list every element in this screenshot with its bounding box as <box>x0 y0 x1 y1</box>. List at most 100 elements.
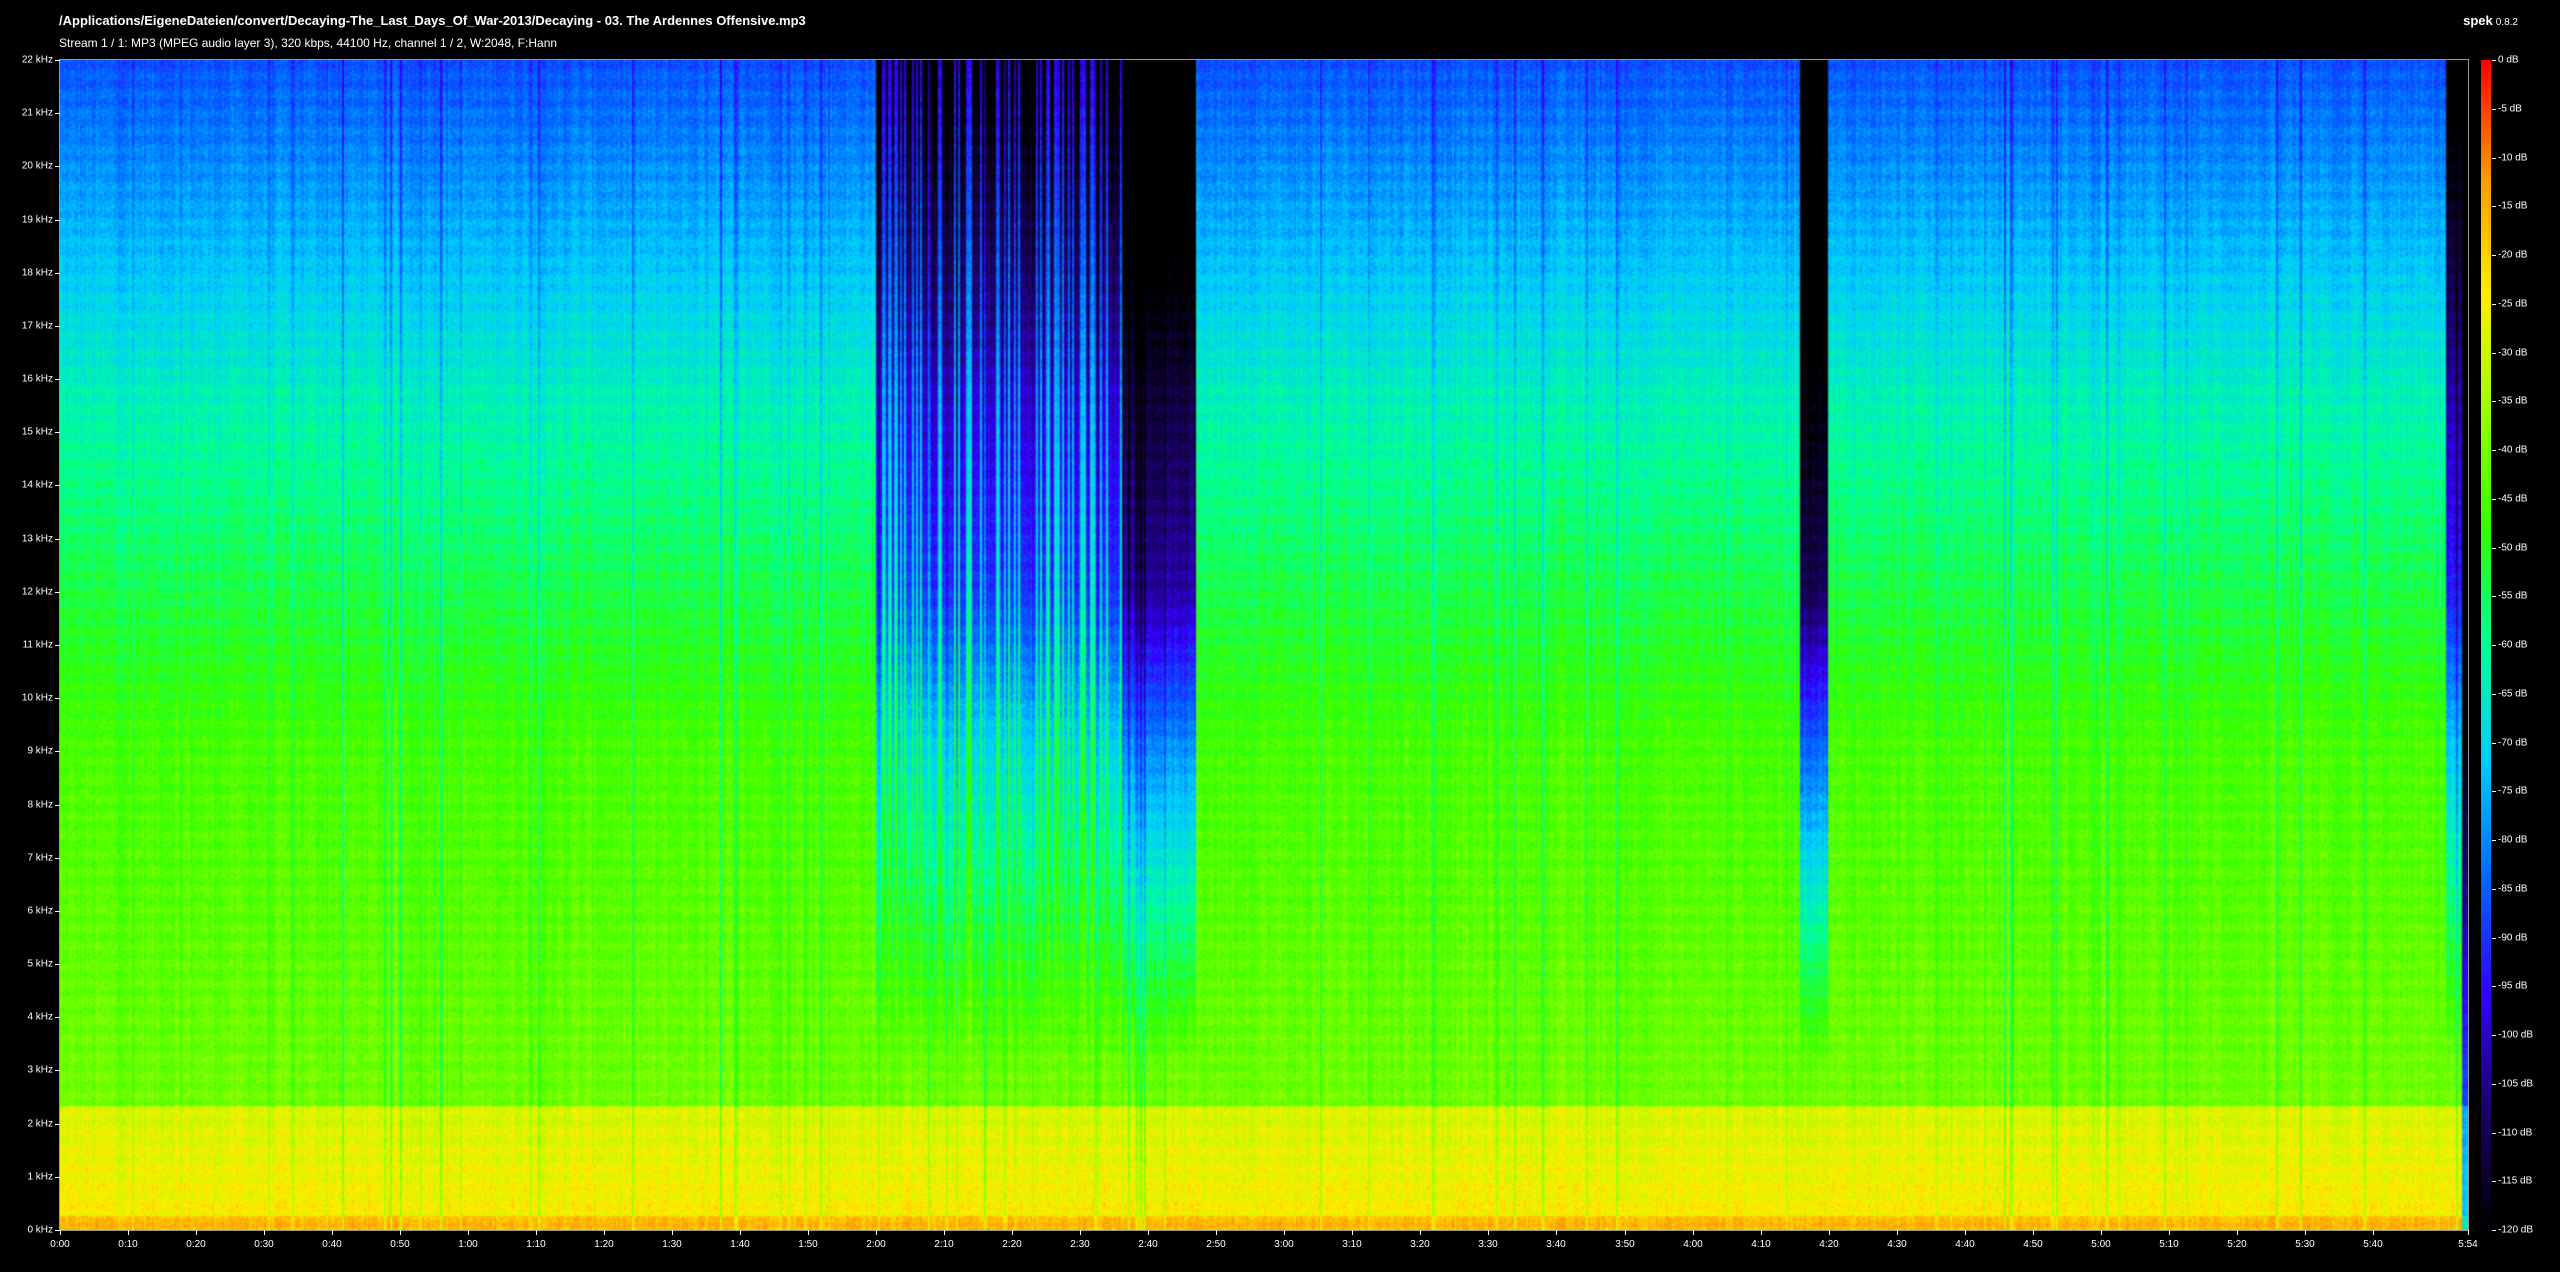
db-tick-label: -45 dB <box>2498 493 2528 505</box>
spectrogram-plot[interactable] <box>59 59 2469 1231</box>
y-tick-label: 2 kHz <box>27 1118 53 1130</box>
x-tick-label: 3:00 <box>1274 1239 1294 1250</box>
db-colorbar <box>2481 60 2491 1230</box>
y-tick-mark <box>55 1124 60 1125</box>
y-tick-label: 3 kHz <box>27 1064 53 1076</box>
y-tick-label: 14 kHz <box>21 479 53 491</box>
x-tick-mark <box>1012 1230 1013 1235</box>
x-tick-label: 3:30 <box>1478 1239 1498 1250</box>
x-tick-mark <box>332 1230 333 1235</box>
y-tick-mark <box>55 273 60 274</box>
y-tick-mark <box>55 60 60 61</box>
x-tick-label: 5:00 <box>2091 1239 2111 1250</box>
y-tick-mark <box>55 592 60 593</box>
x-tick-mark <box>1965 1230 1966 1235</box>
x-tick-label: 4:50 <box>2023 1239 2043 1250</box>
db-tick-mark <box>2492 645 2496 646</box>
y-tick-mark <box>55 1017 60 1018</box>
db-tick-label: -65 dB <box>2498 688 2528 700</box>
db-tick-mark <box>2492 694 2496 695</box>
x-tick-mark <box>128 1230 129 1235</box>
y-tick-label: 18 kHz <box>21 267 53 279</box>
x-tick-label: 3:10 <box>1342 1239 1362 1250</box>
x-tick-label: 2:50 <box>1206 1239 1226 1250</box>
x-tick-label: 4:00 <box>1683 1239 1703 1250</box>
y-tick-label: 21 kHz <box>21 107 53 119</box>
stream-info: Stream 1 / 1: MP3 (MPEG audio layer 3), … <box>59 36 558 50</box>
x-tick-label: 5:10 <box>2159 1239 2179 1250</box>
x-tick-mark <box>1080 1230 1081 1235</box>
x-tick-mark <box>604 1230 605 1235</box>
y-tick-label: 9 kHz <box>27 745 53 757</box>
y-tick-label: 8 kHz <box>27 799 53 811</box>
x-tick-label: 0:10 <box>118 1239 138 1250</box>
db-tick-mark <box>2492 206 2496 207</box>
x-tick-mark <box>1693 1230 1694 1235</box>
x-tick-mark <box>808 1230 809 1235</box>
x-tick-label: 1:00 <box>458 1239 478 1250</box>
y-tick-label: 13 kHz <box>21 533 53 545</box>
y-tick-label: 6 kHz <box>27 905 53 917</box>
db-tick-label: -55 dB <box>2498 590 2528 602</box>
db-tick-mark <box>2492 401 2496 402</box>
x-tick-label: 0:40 <box>322 1239 342 1250</box>
y-tick-mark <box>55 698 60 699</box>
x-tick-mark <box>400 1230 401 1235</box>
x-tick-label: 3:40 <box>1546 1239 1566 1250</box>
y-tick-mark <box>55 1177 60 1178</box>
db-tick-label: -50 dB <box>2498 542 2528 554</box>
db-tick-label: -5 dB <box>2498 103 2522 115</box>
x-tick-mark <box>876 1230 877 1235</box>
db-tick-label: -110 dB <box>2498 1127 2533 1139</box>
db-tick-mark <box>2492 109 2496 110</box>
x-tick-mark <box>60 1230 61 1235</box>
x-tick-label: 2:40 <box>1138 1239 1158 1250</box>
db-tick-mark <box>2492 499 2496 500</box>
app-brand: spek 0.8.2 <box>2463 13 2518 28</box>
db-tick-label: -75 dB <box>2498 785 2528 797</box>
x-tick-label: 1:30 <box>662 1239 682 1250</box>
y-tick-mark <box>55 539 60 540</box>
db-tick-mark <box>2492 1084 2496 1085</box>
x-tick-label: 3:20 <box>1410 1239 1430 1250</box>
x-tick-mark <box>1148 1230 1149 1235</box>
y-tick-label: 20 kHz <box>21 160 53 172</box>
x-tick-mark <box>1829 1230 1830 1235</box>
db-tick-mark <box>2492 548 2496 549</box>
db-tick-mark <box>2492 889 2496 890</box>
x-tick-label: 3:50 <box>1615 1239 1635 1250</box>
db-tick-mark <box>2492 1133 2496 1134</box>
y-tick-mark <box>55 432 60 433</box>
x-tick-mark <box>2468 1230 2469 1235</box>
x-tick-mark <box>1420 1230 1421 1235</box>
db-tick-mark <box>2492 1181 2496 1182</box>
y-tick-label: 7 kHz <box>27 852 53 864</box>
x-tick-mark <box>536 1230 537 1235</box>
x-tick-mark <box>2237 1230 2238 1235</box>
y-tick-mark <box>55 220 60 221</box>
x-tick-mark <box>1625 1230 1626 1235</box>
db-tick-label: -115 dB <box>2498 1175 2533 1187</box>
x-tick-mark <box>2101 1230 2102 1235</box>
x-tick-label: 4:40 <box>1955 1239 1975 1250</box>
y-tick-mark <box>55 858 60 859</box>
db-tick-mark <box>2492 840 2496 841</box>
db-tick-label: -90 dB <box>2498 932 2528 944</box>
db-tick-mark <box>2492 60 2496 61</box>
x-tick-mark <box>1556 1230 1557 1235</box>
db-tick-mark <box>2492 1035 2496 1036</box>
x-tick-mark <box>1352 1230 1353 1235</box>
db-tick-mark <box>2492 743 2496 744</box>
db-tick-mark <box>2492 986 2496 987</box>
x-tick-mark <box>2169 1230 2170 1235</box>
x-tick-label: 5:54 <box>2458 1239 2478 1250</box>
db-tick-mark <box>2492 938 2496 939</box>
x-tick-label: 2:20 <box>1002 1239 1022 1250</box>
y-tick-label: 15 kHz <box>21 426 53 438</box>
x-tick-label: 1:20 <box>594 1239 614 1250</box>
y-tick-mark <box>55 1070 60 1071</box>
app-name: spek <box>2463 13 2493 28</box>
y-tick-mark <box>55 911 60 912</box>
db-tick-label: -95 dB <box>2498 980 2528 992</box>
x-tick-mark <box>196 1230 197 1235</box>
